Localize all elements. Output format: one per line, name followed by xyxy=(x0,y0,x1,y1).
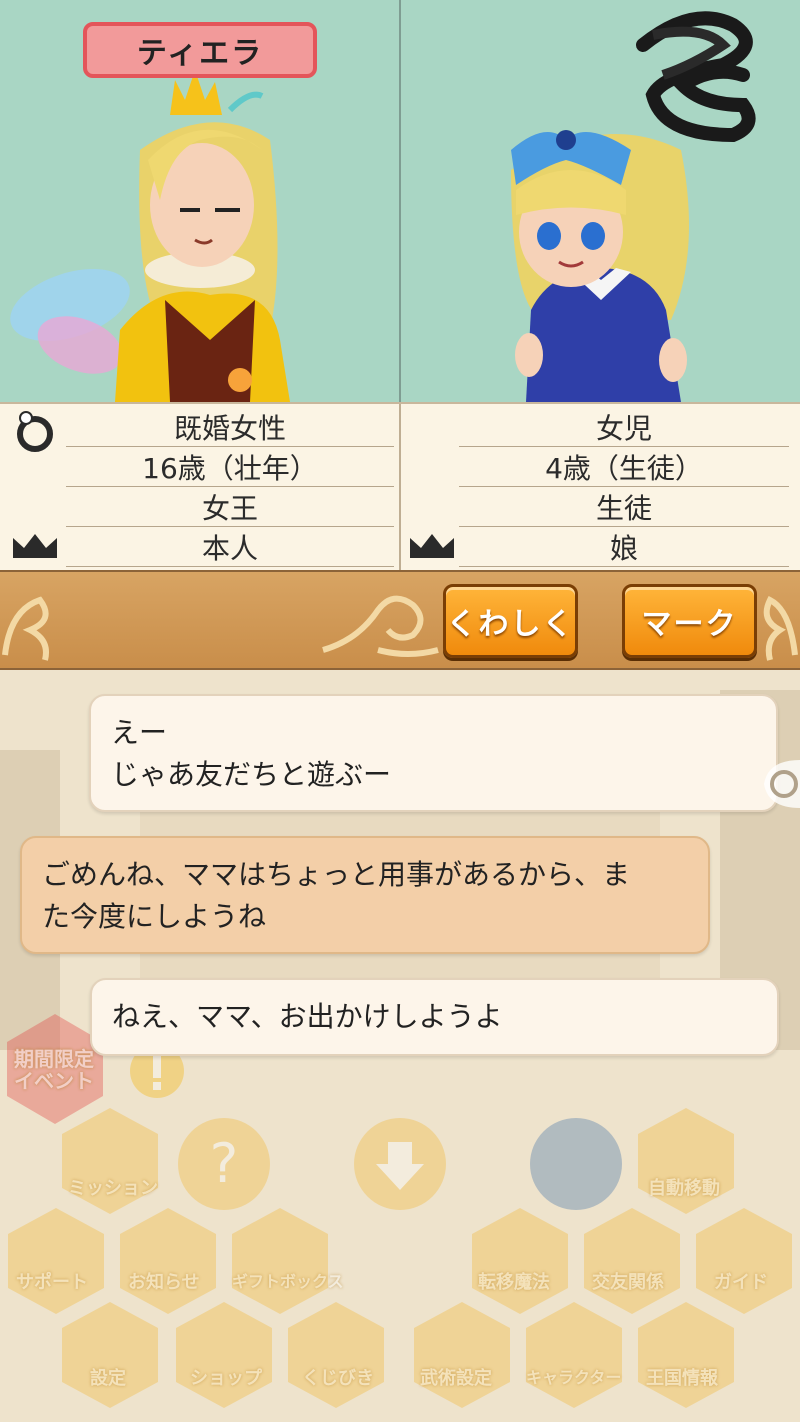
censor-scribble xyxy=(636,11,756,143)
crown-icon xyxy=(410,534,454,558)
event-badge-label: 期間限定 イベント xyxy=(14,1047,94,1093)
mission-label: ミッション xyxy=(68,1178,158,1199)
auto-move-label: 自動移動 xyxy=(648,1178,720,1199)
down-arrow-icon[interactable] xyxy=(352,1116,448,1212)
chat-area: 期間限定 イベント ミッション ? 自動移動 サポート お知らせ ギフトボックス… xyxy=(0,670,800,1422)
age: 16歳（壮年） xyxy=(66,447,394,487)
ring-icon xyxy=(17,411,53,452)
map-icon[interactable] xyxy=(528,1116,624,1212)
shop-icon[interactable] xyxy=(174,1300,274,1410)
relationship: 本人 xyxy=(66,527,394,567)
lottery-icon[interactable] xyxy=(286,1300,386,1410)
character-icon[interactable] xyxy=(524,1300,624,1410)
marital-status: 既婚女性 xyxy=(66,407,394,447)
guide-label: ガイド xyxy=(714,1272,768,1293)
chat-message-2: ごめんね、ママはちょっと用事があるから、ま た今度にしようね xyxy=(20,836,710,954)
help-icon[interactable]: ? xyxy=(176,1116,272,1212)
portrait-panel: ティエラ リラ xyxy=(0,0,800,402)
svg-text:?: ? xyxy=(210,1132,239,1195)
info-column-left: 既婚女性 16歳（壮年） 女王 本人 xyxy=(0,404,400,572)
marital-status: 女児 xyxy=(459,407,789,447)
relationship: 娘 xyxy=(459,527,789,567)
teleport-label: 転移魔法 xyxy=(478,1272,550,1293)
portrait-right[interactable]: リラ xyxy=(401,0,800,402)
side-tab-icon[interactable] xyxy=(758,756,800,812)
kingdom-info-icon[interactable] xyxy=(636,1300,736,1410)
action-bar: くわしく マーク xyxy=(0,570,800,670)
kingdom-info-label: 王国情報 xyxy=(646,1368,718,1389)
character-label: キャラクター xyxy=(526,1368,622,1387)
occupation: 生徒 xyxy=(459,487,789,527)
friends-label: 交友関係 xyxy=(592,1272,664,1293)
lottery-label: くじびき xyxy=(302,1368,374,1389)
ornament-left xyxy=(2,596,49,661)
info-column-right: 女児 4歳（生徒） 生徒 娘 xyxy=(401,404,800,572)
notice-label: お知らせ xyxy=(128,1272,200,1293)
ornament-right xyxy=(763,595,798,661)
support-label: サポート xyxy=(16,1272,88,1293)
character-name-left: ティエラ xyxy=(83,22,317,78)
martial-arts-icon[interactable] xyxy=(412,1300,512,1410)
portrait-left[interactable]: ティエラ xyxy=(0,0,400,402)
chat-message-3: ねえ、ママ、お出かけしようよ xyxy=(90,978,779,1056)
ornament-center xyxy=(322,595,439,657)
settings-label: 設定 xyxy=(90,1368,126,1389)
details-button[interactable]: くわしく xyxy=(443,584,578,658)
martial-arts-label: 武術設定 xyxy=(420,1368,492,1389)
chat-message-1: えー じゃあ友だちと遊ぶー xyxy=(89,694,778,812)
occupation: 女王 xyxy=(66,487,394,527)
mark-button[interactable]: マーク xyxy=(622,584,757,658)
settings-icon[interactable] xyxy=(60,1300,160,1410)
gift-box-label: ギフトボックス xyxy=(232,1272,344,1291)
crown-icon xyxy=(13,534,57,558)
character-info-panel: 既婚女性 16歳（壮年） 女王 本人 女児 4歳（生徒） 生徒 娘 xyxy=(0,402,800,572)
shop-label: ショップ xyxy=(190,1368,262,1389)
age: 4歳（生徒） xyxy=(459,447,789,487)
